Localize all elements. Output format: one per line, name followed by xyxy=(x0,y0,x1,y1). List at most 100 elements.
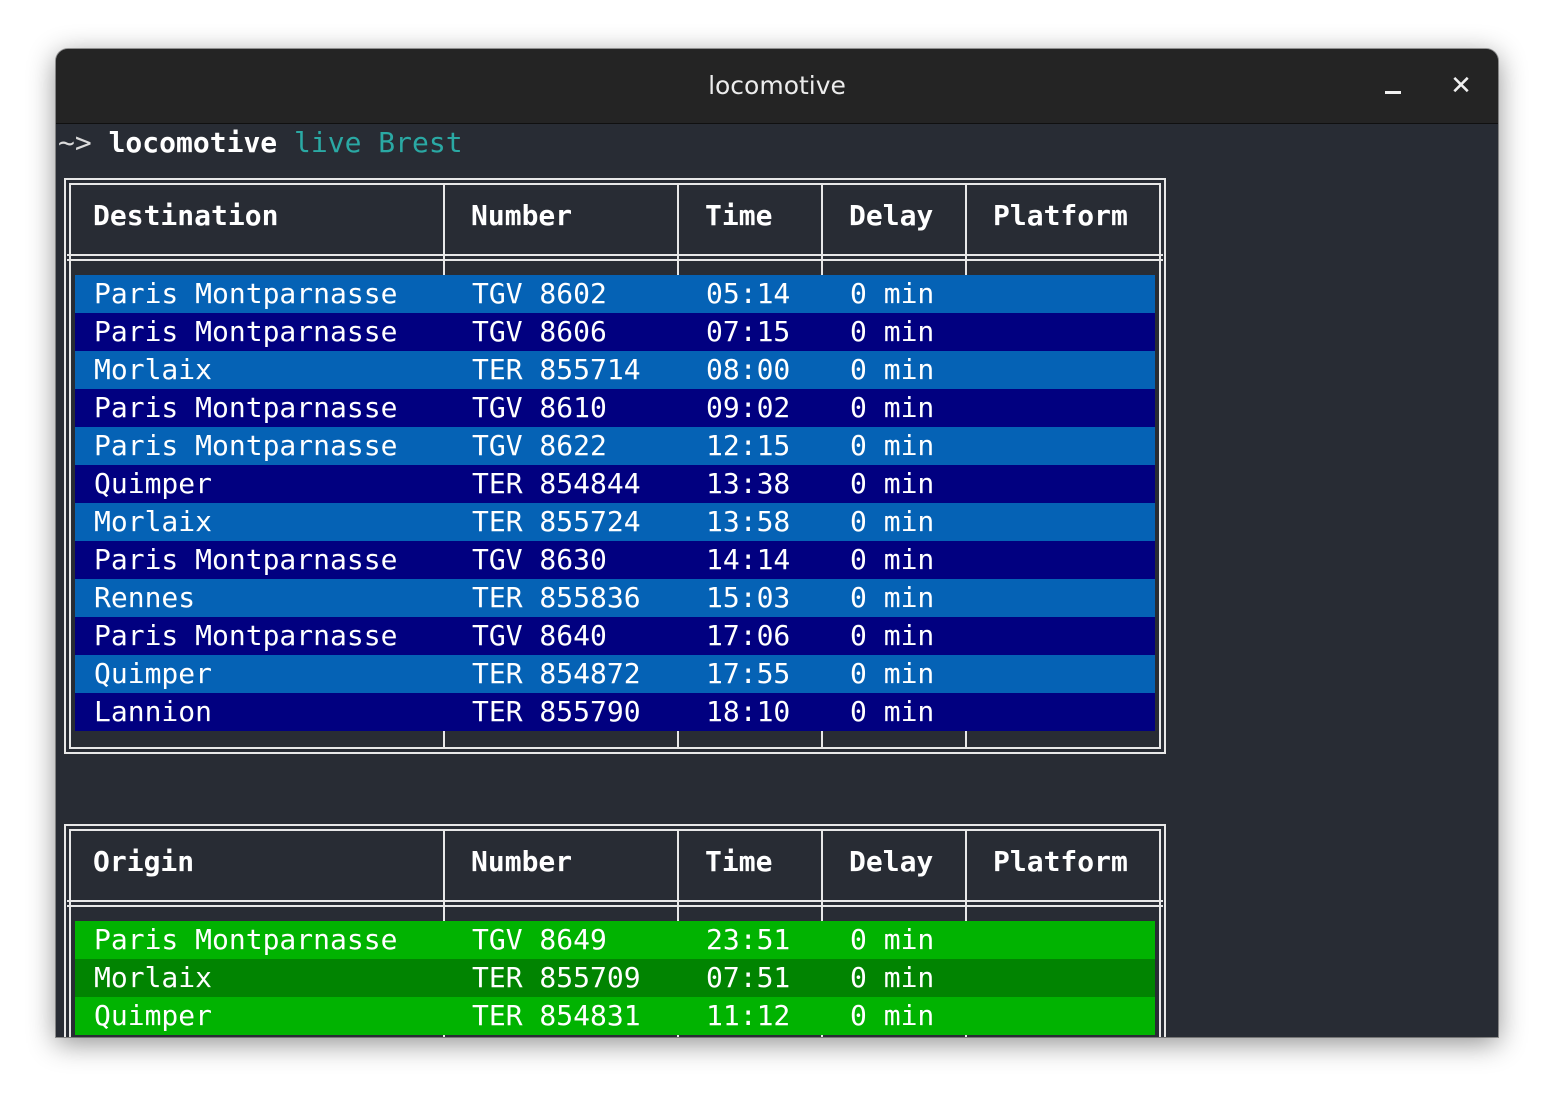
cell-number: TGV 8602 xyxy=(472,277,607,310)
terminal-window: locomotive ✕ ~> locomotive live Brest De… xyxy=(56,49,1498,1037)
cell-time: 09:02 xyxy=(706,391,791,424)
cell-delay: 0 min xyxy=(850,999,935,1032)
cell-station: Paris Montparnasse xyxy=(94,429,398,462)
cell-time: 18:10 xyxy=(706,695,791,728)
cell-time: 15:03 xyxy=(706,581,791,614)
cell-time: 17:06 xyxy=(706,619,791,652)
cell-number: TER 855714 xyxy=(472,353,641,386)
table-row: Morlaix TER 855724 13:58 0 min xyxy=(75,503,1155,541)
header-delay: Delay xyxy=(849,845,934,878)
table-row: Lannion TER 855790 18:10 0 min xyxy=(75,693,1155,731)
table-row: Quimper TER 854844 13:38 0 min xyxy=(75,465,1155,503)
cell-station: Rennes xyxy=(94,581,196,614)
header-time: Time xyxy=(705,845,773,878)
cell-station: Quimper xyxy=(94,657,213,690)
command-args: live Brest xyxy=(294,126,463,159)
cell-delay: 0 min xyxy=(850,315,935,348)
cell-time: 23:51 xyxy=(706,923,791,956)
header-destination: Destination xyxy=(93,199,279,232)
window-title: locomotive xyxy=(708,71,846,100)
cell-number: TER 855790 xyxy=(472,695,641,728)
cell-number: TER 855724 xyxy=(472,505,641,538)
table-row: Paris Montparnasse TGV 8640 17:06 0 min xyxy=(75,617,1155,655)
header-origin: Origin xyxy=(93,845,195,878)
header-number: Number xyxy=(471,199,573,232)
header-number: Number xyxy=(471,845,573,878)
cell-number: TGV 8640 xyxy=(472,619,607,652)
cell-delay: 0 min xyxy=(850,353,935,386)
departures-table: Destination Number Time Delay Platform P… xyxy=(64,178,1166,754)
cell-delay: 0 min xyxy=(850,505,935,538)
title-bar[interactable]: locomotive ✕ xyxy=(56,49,1498,124)
cell-delay: 0 min xyxy=(850,695,935,728)
cell-time: 07:15 xyxy=(706,315,791,348)
cell-time: 12:15 xyxy=(706,429,791,462)
cell-number: TGV 8630 xyxy=(472,543,607,576)
cell-station: Paris Montparnasse xyxy=(94,923,398,956)
cell-station: Paris Montparnasse xyxy=(94,619,398,652)
cell-station: Paris Montparnasse xyxy=(94,315,398,348)
cell-number: TER 854872 xyxy=(472,657,641,690)
table-row: Paris Montparnasse TGV 8610 09:02 0 min xyxy=(75,389,1155,427)
cell-delay: 0 min xyxy=(850,543,935,576)
minimize-button[interactable] xyxy=(1376,69,1410,103)
cell-time: 08:00 xyxy=(706,353,791,386)
cell-number: TGV 8610 xyxy=(472,391,607,424)
header-platform: Platform xyxy=(993,199,1128,232)
table-row: Quimper TER 854872 17:55 0 min xyxy=(75,655,1155,693)
cell-number: TGV 8606 xyxy=(472,315,607,348)
header-delay: Delay xyxy=(849,199,934,232)
terminal-content[interactable]: ~> locomotive live Brest Destination Num… xyxy=(56,124,1498,1037)
cell-time: 11:12 xyxy=(706,999,791,1032)
table-row: Quimper TER 854831 11:12 0 min xyxy=(75,997,1155,1035)
cell-station: Quimper xyxy=(94,467,213,500)
cell-station: Lannion xyxy=(94,695,213,728)
header-time: Time xyxy=(705,199,773,232)
cell-delay: 0 min xyxy=(850,923,935,956)
table-row: Paris Montparnasse TGV 8622 12:15 0 min xyxy=(75,427,1155,465)
cell-delay: 0 min xyxy=(850,657,935,690)
close-icon: ✕ xyxy=(1450,71,1472,101)
cell-number: TER 854831 xyxy=(472,999,641,1032)
cell-delay: 0 min xyxy=(850,581,935,614)
table-row: Rennes TER 855836 15:03 0 min xyxy=(75,579,1155,617)
prompt-symbol: ~> xyxy=(58,126,92,159)
cell-time: 07:51 xyxy=(706,961,791,994)
cell-delay: 0 min xyxy=(850,429,935,462)
command-line: ~> locomotive live Brest xyxy=(58,124,463,162)
table-row: Paris Montparnasse TGV 8649 23:51 0 min xyxy=(75,921,1155,959)
cell-time: 14:14 xyxy=(706,543,791,576)
cell-number: TER 855836 xyxy=(472,581,641,614)
cell-station: Morlaix xyxy=(94,505,213,538)
header-separator xyxy=(67,254,1163,261)
table-row: Morlaix TER 855714 08:00 0 min xyxy=(75,351,1155,389)
cell-station: Paris Montparnasse xyxy=(94,391,398,424)
header-platform: Platform xyxy=(993,845,1128,878)
table-row: Paris Montparnasse TGV 8602 05:14 0 min xyxy=(75,275,1155,313)
cell-number: TER 854844 xyxy=(472,467,641,500)
cell-number: TER 855709 xyxy=(472,961,641,994)
cell-station: Morlaix xyxy=(94,353,213,386)
minimize-icon xyxy=(1385,91,1401,94)
cell-time: 13:38 xyxy=(706,467,791,500)
table-row: Paris Montparnasse TGV 8606 07:15 0 min xyxy=(75,313,1155,351)
cell-delay: 0 min xyxy=(850,391,935,424)
cell-delay: 0 min xyxy=(850,961,935,994)
cell-station: Paris Montparnasse xyxy=(94,543,398,576)
cell-station: Morlaix xyxy=(94,961,213,994)
header-separator xyxy=(67,900,1163,907)
cell-time: 05:14 xyxy=(706,277,791,310)
arrivals-table: Origin Number Time Delay Platform Paris … xyxy=(64,824,1166,1037)
table-row: Morlaix TER 855709 07:51 0 min xyxy=(75,959,1155,997)
cell-number: TGV 8649 xyxy=(472,923,607,956)
cell-delay: 0 min xyxy=(850,467,935,500)
cell-delay: 0 min xyxy=(850,277,935,310)
cell-delay: 0 min xyxy=(850,619,935,652)
close-button[interactable]: ✕ xyxy=(1444,69,1478,103)
cell-time: 17:55 xyxy=(706,657,791,690)
cell-station: Quimper xyxy=(94,999,213,1032)
cell-time: 13:58 xyxy=(706,505,791,538)
cell-station: Paris Montparnasse xyxy=(94,277,398,310)
command-name: locomotive xyxy=(108,126,278,159)
cell-number: TGV 8622 xyxy=(472,429,607,462)
